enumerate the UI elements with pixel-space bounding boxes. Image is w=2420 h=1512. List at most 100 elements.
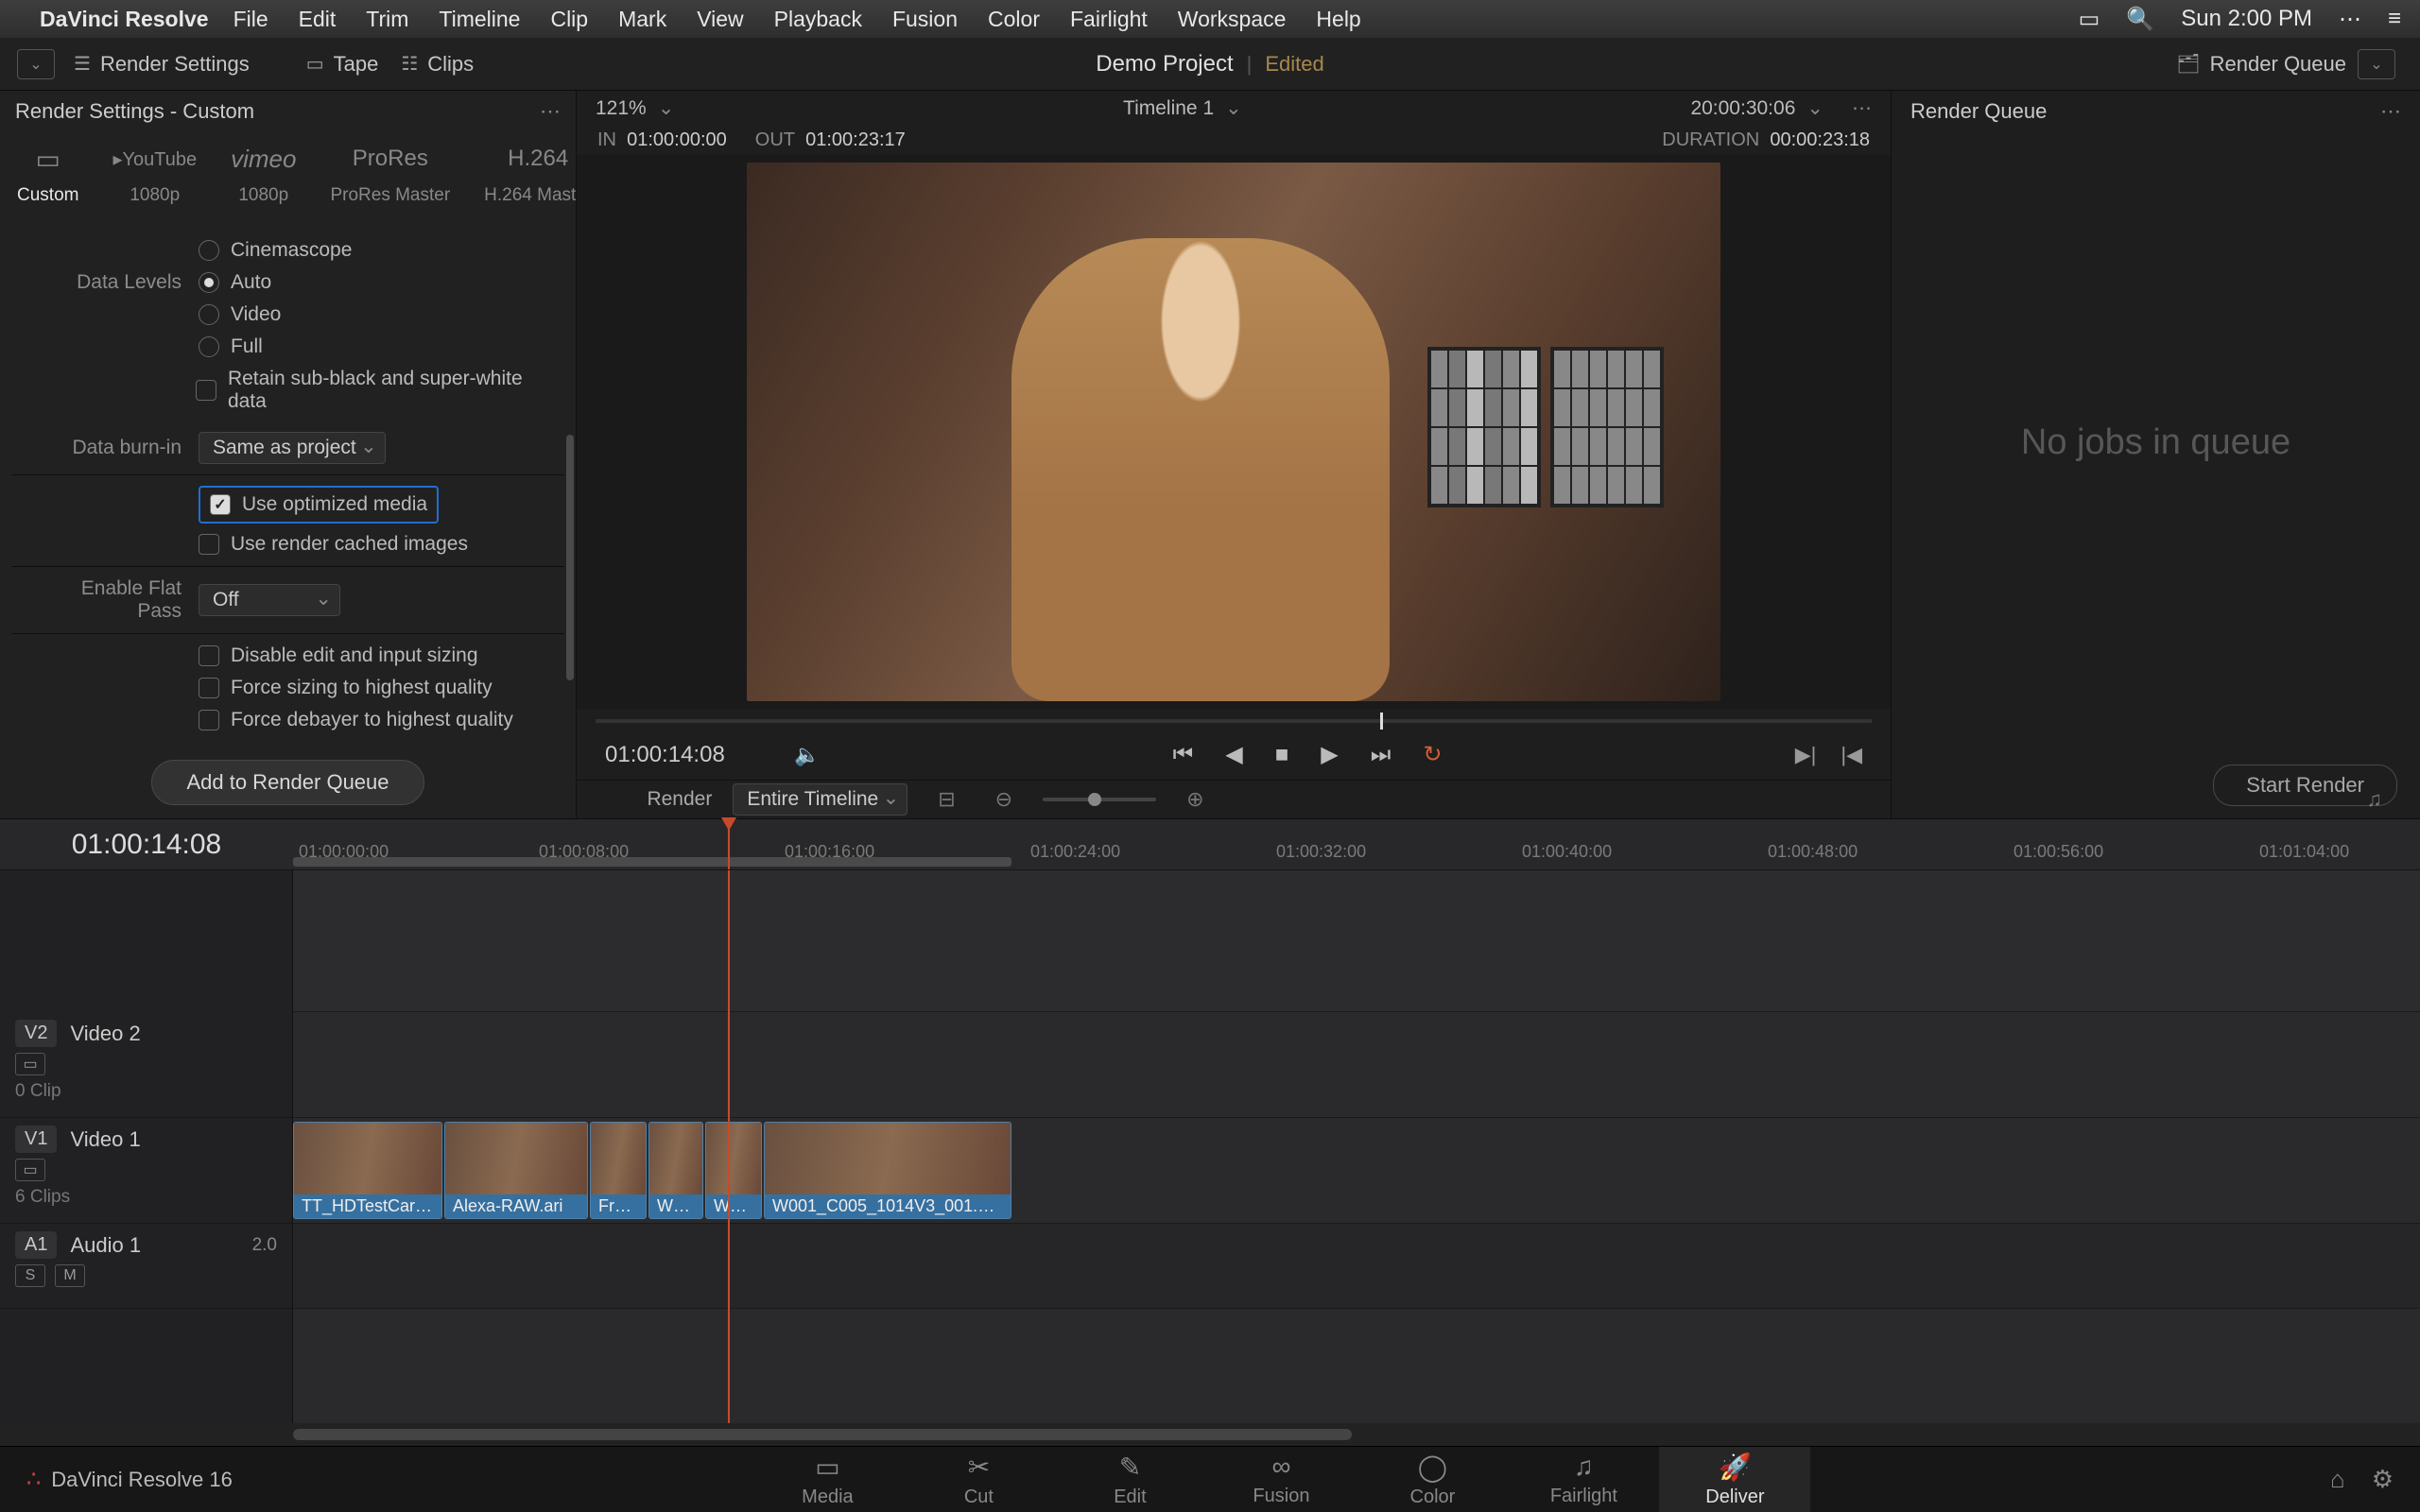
render-queue-button[interactable]: 🗂Render Queue <box>2165 46 2358 82</box>
display-icon[interactable]: ▭ <box>2079 6 2100 33</box>
menu-timeline[interactable]: Timeline <box>439 7 520 32</box>
check-force-debayer[interactable] <box>199 710 219 730</box>
viewer-image[interactable] <box>747 163 1720 701</box>
chevron-down-icon[interactable]: ⌄ <box>1225 96 1242 120</box>
timeline-clip[interactable]: Fra… <box>590 1122 647 1219</box>
track-name: Video 1 <box>70 1127 140 1152</box>
loop-icon[interactable]: ↻ <box>1423 741 1442 768</box>
menu-fusion[interactable]: Fusion <box>892 7 958 32</box>
step-back-icon[interactable]: ◀ <box>1225 741 1242 768</box>
chevron-down-icon[interactable]: ⌄ <box>1806 96 1824 120</box>
render-settings-button[interactable]: ☰Render Settings <box>62 46 261 82</box>
frame-view-icon[interactable]: ▭ <box>15 1053 45 1075</box>
toolbar-expand-left[interactable]: ⌄ <box>17 49 55 79</box>
snap-icon[interactable]: ⊟ <box>938 787 955 812</box>
timeline-clip[interactable]: W001_… <box>648 1122 703 1219</box>
track-header-a1[interactable]: A1Audio 12.0 SM <box>0 1224 292 1309</box>
page-fairlight[interactable]: ♫Fairlight <box>1508 1447 1659 1512</box>
mute-button[interactable]: M <box>55 1264 85 1287</box>
viewer-zoom[interactable]: 121% <box>596 97 647 120</box>
track-lanes[interactable]: TT_HDTestCard.jpg Alexa-RAW.ari Fra… W00… <box>293 870 2420 1423</box>
menu-playback[interactable]: Playback <box>774 7 862 32</box>
chevron-down-icon[interactable]: ⌄ <box>658 96 675 120</box>
flat-pass-dropdown[interactable]: Off <box>199 584 340 616</box>
queue-options-icon[interactable]: ⋯ <box>2380 99 2401 124</box>
timeline-playhead[interactable] <box>728 870 730 1423</box>
last-frame-icon[interactable]: ⏭ <box>1371 742 1392 768</box>
radio-auto[interactable] <box>199 272 219 293</box>
menu-mark[interactable]: Mark <box>618 7 666 32</box>
app-name[interactable]: DaVinci Resolve <box>40 7 209 32</box>
zoom-out-icon[interactable]: ⊖ <box>995 787 1012 812</box>
timeline-clip[interactable]: W001_C0… <box>705 1122 762 1219</box>
check-disable-sizing[interactable] <box>199 645 219 666</box>
check-render-cached[interactable] <box>199 534 219 555</box>
toolbar-expand-right[interactable]: ⌄ <box>2358 49 2395 79</box>
preset-custom[interactable]: ▭Custom <box>0 132 95 214</box>
check-force-sizing[interactable] <box>199 678 219 698</box>
preset-prores[interactable]: ProResProRes Master <box>313 132 467 214</box>
zoom-in-icon[interactable]: ⊕ <box>1186 787 1203 812</box>
menu-workspace[interactable]: Workspace <box>1178 7 1287 32</box>
page-deliver[interactable]: 🚀Deliver <box>1659 1447 1810 1512</box>
stop-icon[interactable]: ■ <box>1275 742 1289 768</box>
first-frame-icon[interactable]: ⏮ <box>1173 742 1194 768</box>
timeline-clip[interactable]: TT_HDTestCard.jpg <box>293 1122 442 1219</box>
clip-label: W001_C005_1014V3_001.R3D <box>765 1194 1011 1218</box>
timeline-name[interactable]: Timeline 1 <box>1123 97 1214 120</box>
radio-full[interactable] <box>199 336 219 357</box>
timeline-h-scrollbar[interactable] <box>0 1423 2420 1446</box>
volume-icon[interactable]: 🔈 <box>794 743 820 767</box>
solo-button[interactable]: S <box>15 1264 45 1287</box>
render-scope-dropdown[interactable]: Entire Timeline <box>733 783 908 816</box>
panel-options-icon[interactable]: ⋯ <box>540 99 561 124</box>
menu-edit[interactable]: Edit <box>299 7 337 32</box>
clips-button[interactable]: ☷Clips <box>389 46 485 82</box>
track-header-v2[interactable]: V2Video 2 ▭ 0 Clip <box>0 1012 292 1118</box>
siri-icon[interactable]: ⋯ <box>2339 6 2361 33</box>
viewer-scrubber[interactable] <box>596 709 1872 730</box>
clock[interactable]: Sun 2:00 PM <box>2181 6 2312 32</box>
page-color[interactable]: ◯Color <box>1357 1447 1508 1512</box>
menu-list-icon[interactable]: ≡ <box>2388 6 2401 32</box>
menu-trim[interactable]: Trim <box>366 7 408 32</box>
viewer-timecode[interactable]: 01:00:14:08 <box>605 742 794 768</box>
menu-help[interactable]: Help <box>1316 7 1360 32</box>
preset-youtube[interactable]: ▸YouTube1080p <box>95 132 214 214</box>
tape-button[interactable]: ▭Tape <box>295 46 390 82</box>
menu-view[interactable]: View <box>697 7 743 32</box>
settings-scrollbar[interactable] <box>566 435 574 680</box>
next-clip-icon[interactable]: ▶| <box>1795 743 1817 767</box>
check-retain[interactable] <box>196 380 216 401</box>
menu-clip[interactable]: Clip <box>550 7 588 32</box>
page-edit[interactable]: ✎Edit <box>1054 1447 1205 1512</box>
radio-cinemascope[interactable] <box>199 240 219 261</box>
play-icon[interactable]: ▶ <box>1321 741 1338 768</box>
timeline-clip[interactable]: W001_C005_1014V3_001.R3D <box>764 1122 1011 1219</box>
menu-fairlight[interactable]: Fairlight <box>1070 7 1148 32</box>
viewer-options-icon[interactable]: ⋯ <box>1852 96 1872 120</box>
project-settings-icon[interactable]: ⚙ <box>2372 1465 2394 1494</box>
add-to-render-queue-button[interactable]: Add to Render Queue <box>151 760 424 805</box>
page-fusion[interactable]: ∞Fusion <box>1205 1447 1357 1512</box>
track-header-v1[interactable]: V1Video 1 ▭ 6 Clips <box>0 1118 292 1224</box>
preset-vimeo[interactable]: vimeo1080p <box>214 132 313 214</box>
check-optimized-media[interactable] <box>210 494 231 515</box>
prev-clip-icon[interactable]: |◀ <box>1841 743 1862 767</box>
music-icon[interactable]: ♫ <box>2367 787 2383 812</box>
page-media[interactable]: ▭Media <box>752 1447 903 1512</box>
spotlight-icon[interactable]: 🔍 <box>2126 6 2154 33</box>
page-cut[interactable]: ✂Cut <box>903 1447 1054 1512</box>
menu-file[interactable]: File <box>233 7 268 32</box>
timeline-ruler[interactable]: 01:00:00:00 01:00:08:00 01:00:16:00 01:0… <box>293 819 2420 869</box>
zoom-slider[interactable] <box>1043 798 1156 801</box>
timeline-master-timecode[interactable]: 01:00:14:08 <box>0 819 293 869</box>
frame-view-icon[interactable]: ▭ <box>15 1159 45 1181</box>
burn-in-dropdown[interactable]: Same as project <box>199 432 386 464</box>
menu-color[interactable]: Color <box>988 7 1040 32</box>
timeline-clip[interactable]: Alexa-RAW.ari <box>444 1122 588 1219</box>
render-range-bar[interactable] <box>293 857 1011 867</box>
timeline-playhead-ruler[interactable] <box>728 819 730 869</box>
home-icon[interactable]: ⌂ <box>2330 1465 2345 1494</box>
radio-video[interactable] <box>199 304 219 325</box>
